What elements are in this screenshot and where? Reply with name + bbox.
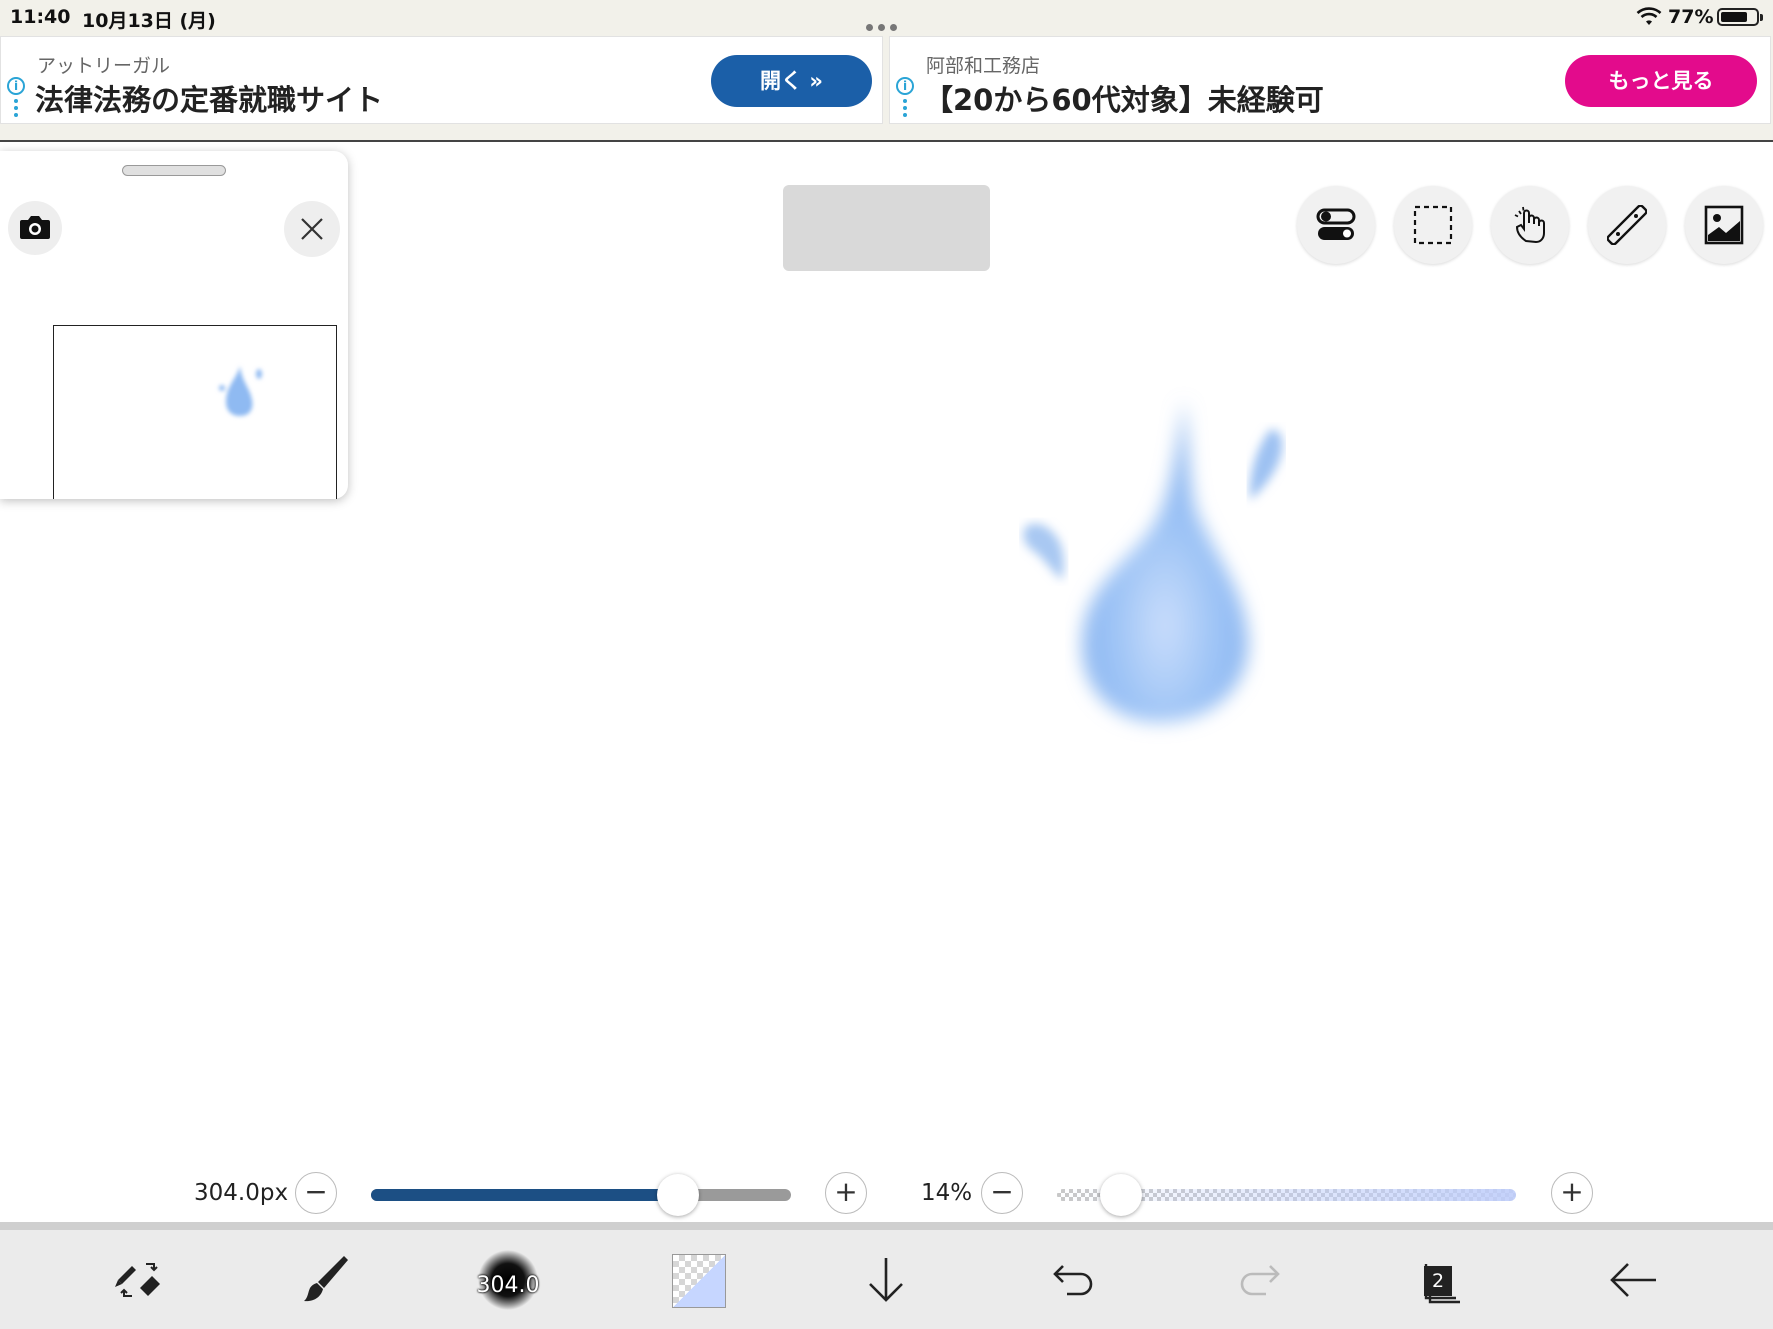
navigator-panel[interactable] [0, 151, 348, 499]
slider-thumb[interactable] [656, 1174, 699, 1216]
close-icon [301, 218, 323, 240]
brush-button[interactable] [296, 1250, 356, 1310]
disabled-action-button [783, 185, 990, 271]
opacity-value: 14% [921, 1180, 973, 1206]
status-date: 10月13日 (月) [82, 10, 216, 32]
drag-handle[interactable] [122, 165, 226, 176]
opacity-slider[interactable] [1057, 1174, 1516, 1216]
opacity-decrease-button[interactable]: − [981, 1172, 1023, 1214]
more-dots-icon[interactable] [903, 99, 907, 119]
selection-icon [1413, 205, 1453, 245]
multitasking-dots-icon[interactable] [866, 16, 906, 31]
brush-size-preview-label: 304.0 [476, 1273, 540, 1298]
selection-button[interactable] [1394, 186, 1472, 264]
battery-icon [1717, 8, 1763, 26]
toolbar-divider [0, 1222, 1773, 1230]
brush-settings-row: 304.0px − + 14% − + [0, 1170, 1773, 1218]
status-bar: 11:40 10月13日 (月) 77% [0, 0, 1773, 34]
toggle-button[interactable] [1297, 186, 1375, 264]
ad-sponsor: アットリーガル [37, 55, 171, 77]
slider-thumb[interactable] [1100, 1174, 1143, 1216]
canvas-preview[interactable] [53, 325, 337, 499]
close-button[interactable] [284, 201, 340, 257]
brush-size-decrease-button[interactable]: − [295, 1172, 337, 1214]
camera-icon [20, 216, 50, 239]
tool-switch-button[interactable] [110, 1250, 170, 1310]
opacity-increase-button[interactable]: + [1551, 1172, 1593, 1214]
wifi-icon [1636, 7, 1662, 25]
ad-open-button[interactable]: 開く » [711, 55, 872, 107]
pen-eraser-swap-icon [115, 1263, 160, 1297]
camera-button[interactable] [8, 201, 62, 255]
ad-more-button[interactable]: もっと見る [1565, 55, 1757, 107]
color-swatch[interactable] [672, 1254, 726, 1308]
ad-headline[interactable]: 法律法務の定番就職サイト [35, 77, 383, 119]
battery-percent: 77% [1668, 6, 1714, 28]
info-icon[interactable]: i [896, 77, 914, 95]
hand-icon [1514, 206, 1545, 244]
hand-button[interactable] [1491, 186, 1569, 264]
redo-button[interactable] [1230, 1250, 1290, 1310]
ad-banner[interactable]: i アットリーガル 法律法務の定番就職サイト 開く » [0, 36, 883, 124]
undo-icon [1053, 1265, 1093, 1296]
undo-button[interactable] [1043, 1250, 1103, 1310]
brush-size-slider[interactable] [371, 1174, 791, 1216]
ruler-button[interactable] [1588, 186, 1666, 264]
image-icon [1704, 205, 1744, 245]
layer-count: 2 [1424, 1266, 1452, 1296]
brush-icon [304, 1256, 348, 1302]
preview-drop-image [219, 366, 262, 416]
brush-size-increase-button[interactable]: + [825, 1172, 867, 1214]
ruler-icon [1607, 205, 1647, 245]
ad-headline[interactable]: 【20から60代対象】未経験可 [924, 77, 1324, 119]
toggle-icon [1316, 208, 1356, 240]
arrow-down-icon [869, 1258, 903, 1302]
ad-banner-bar: i アットリーガル 法律法務の定番就職サイト 開く » i 阿部和工務店 【20… [0, 34, 1773, 142]
redo-icon [1240, 1265, 1280, 1296]
arrow-left-icon [1610, 1263, 1656, 1297]
brush-size-value: 304.0px [194, 1180, 289, 1206]
image-button[interactable] [1685, 186, 1763, 264]
bottom-toolbar: 304.0 2 [0, 1230, 1773, 1329]
back-button[interactable] [1604, 1250, 1664, 1310]
ad-sponsor: 阿部和工務店 [926, 55, 1041, 77]
brush-size-preview[interactable]: 304.0 [477, 1250, 539, 1310]
status-time: 11:40 [10, 6, 71, 28]
info-icon[interactable]: i [7, 77, 25, 95]
more-dots-icon[interactable] [14, 99, 18, 119]
blue-drop-artwork [1023, 400, 1283, 723]
download-button[interactable] [856, 1250, 916, 1310]
ad-banner[interactable]: i 阿部和工務店 【20から60代対象】未経験可 もっと見る [889, 36, 1771, 124]
